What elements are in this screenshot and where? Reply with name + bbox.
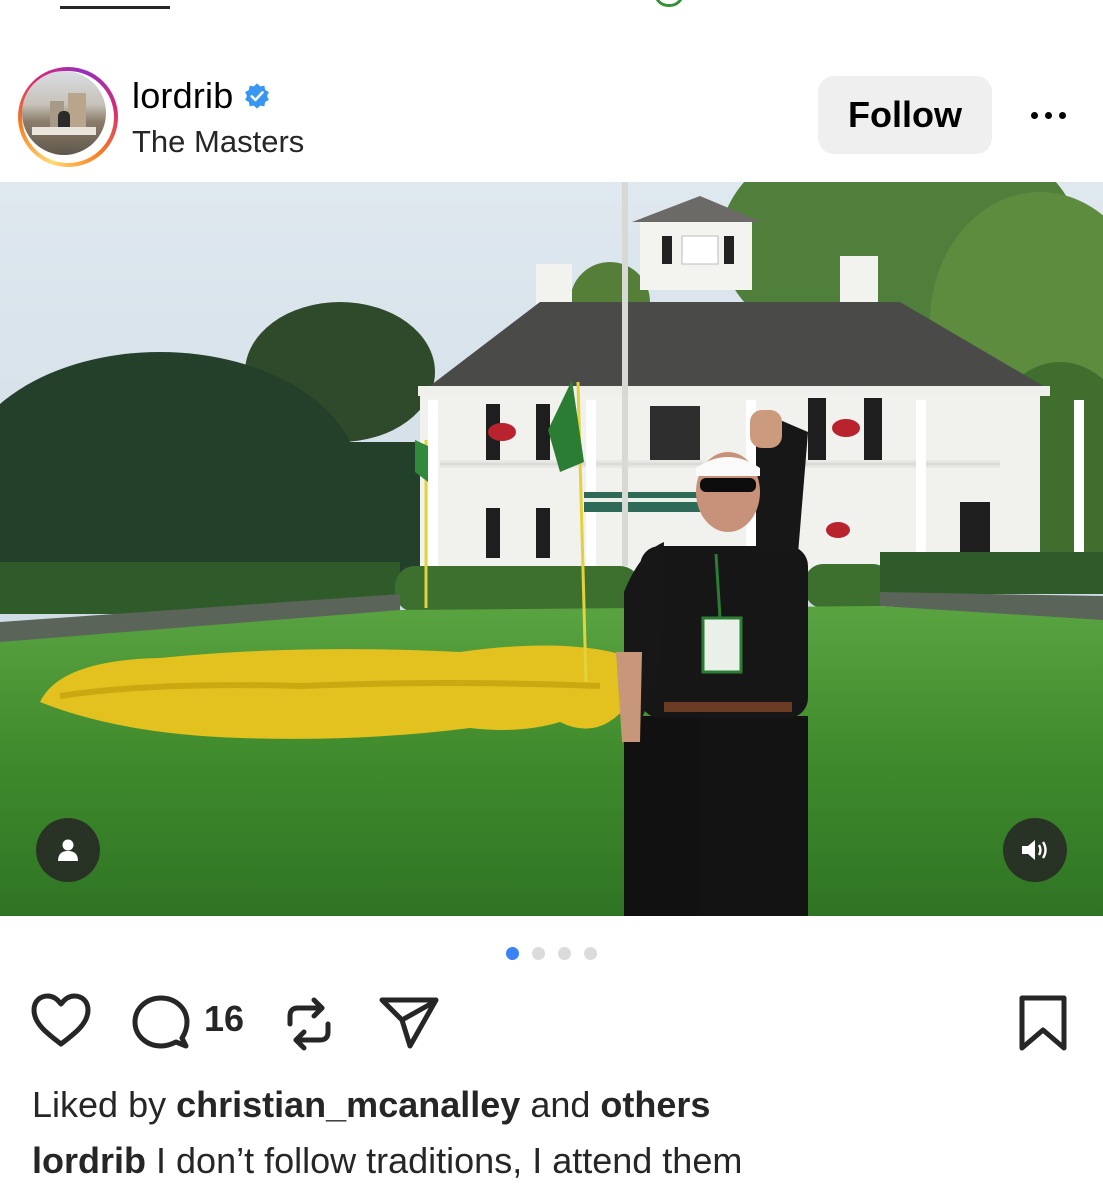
avatar[interactable] [22, 71, 106, 155]
carousel-dot [558, 947, 571, 960]
location-label[interactable]: The Masters [132, 124, 304, 160]
liked-and: and [530, 1084, 591, 1125]
caption-text: I don’t follow traditions, I attend them [156, 1140, 743, 1181]
post-header: lordrib The Masters Follow [0, 60, 1103, 180]
more-options-icon[interactable] [1020, 90, 1076, 140]
bookmark-icon[interactable] [1016, 994, 1070, 1054]
avatar-story-ring[interactable] [18, 67, 118, 167]
speaker-icon[interactable] [1003, 818, 1067, 882]
caption: lordrib I don’t follow traditions, I att… [32, 1140, 742, 1182]
repost-icon[interactable] [284, 994, 334, 1054]
username-row: lordrib [132, 75, 271, 117]
follow-button[interactable]: Follow [818, 76, 992, 154]
liked-prefix: Liked by [32, 1084, 167, 1125]
comment-count: 16 [204, 998, 245, 1039]
liked-others-link[interactable]: others [600, 1084, 710, 1125]
action-bar: 16 [0, 990, 1103, 1060]
carousel-dot [584, 947, 597, 960]
liked-by-line: Liked by christian_mcanalley and others [32, 1084, 710, 1126]
post-photo[interactable] [0, 182, 1103, 916]
carousel-dot [532, 947, 545, 960]
comment-icon[interactable] [132, 994, 190, 1052]
carousel-indicator [506, 947, 597, 960]
user-tag-icon[interactable] [36, 818, 100, 882]
username[interactable]: lordrib [132, 75, 233, 117]
caption-username[interactable]: lordrib [32, 1140, 146, 1181]
heart-icon[interactable] [30, 992, 92, 1050]
verified-badge-icon [245, 83, 270, 109]
photo-scene [0, 182, 1103, 916]
carousel-dot [506, 947, 519, 960]
liked-user-link[interactable]: christian_mcanalley [176, 1084, 520, 1125]
previous-post-fragment [0, 0, 1103, 10]
send-icon[interactable] [378, 994, 440, 1050]
